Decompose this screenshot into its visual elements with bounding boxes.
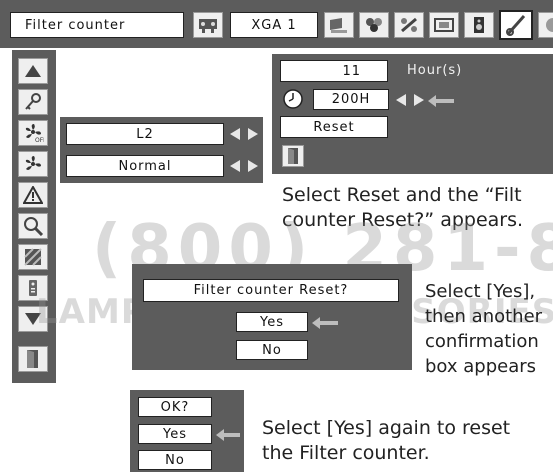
hours-value-text: 11 <box>342 63 361 79</box>
image-select-icon[interactable] <box>359 12 389 38</box>
filter-icon[interactable] <box>18 213 48 239</box>
step2-line-2: then another <box>425 306 543 327</box>
confirm-dialog-title-text: Filter counter Reset? <box>193 283 349 298</box>
sound-icon[interactable] <box>464 12 494 38</box>
reset-button-text: Reset <box>313 119 355 135</box>
step3-line-2: the Filter counter. <box>262 442 430 464</box>
setting-row-2-text: Normal <box>118 158 172 174</box>
exit-icon[interactable] <box>18 346 48 372</box>
setting-row-2-value[interactable]: Normal <box>66 155 224 177</box>
timer-value-box[interactable]: 200H <box>313 89 389 110</box>
setting-row-1-arrows-icon[interactable] <box>230 128 258 140</box>
up-arrow-icon[interactable] <box>18 58 48 84</box>
ok-yes-button[interactable]: Yes <box>138 424 212 444</box>
timer-value-text: 200H <box>331 92 371 107</box>
step2-line-1: Select [Yes], <box>425 281 536 302</box>
image-adjust-icon[interactable] <box>394 12 424 38</box>
ok-dialog-title-text: OK? <box>160 399 190 415</box>
confirm-pointer-hand-icon <box>312 316 338 329</box>
hours-unit-text: Hour(s) <box>407 63 463 78</box>
step1-line-2: counter Reset?” appears. <box>282 209 524 231</box>
svg-text:OFF: OFF <box>35 137 44 143</box>
fan-icon[interactable] <box>18 151 48 177</box>
confirm-dialog-title: Filter counter Reset? <box>143 279 399 302</box>
step3-line-1: Select [Yes] again to reset <box>262 417 511 439</box>
ok-yes-text: Yes <box>163 426 187 442</box>
info-icon[interactable] <box>538 12 553 38</box>
screen-icon[interactable] <box>429 12 459 38</box>
confirm-no-button[interactable]: No <box>236 340 308 360</box>
confirm-yes-text: Yes <box>260 314 284 330</box>
ok-no-button[interactable]: No <box>138 450 212 470</box>
reset-button[interactable]: Reset <box>280 116 388 138</box>
ok-dialog-title: OK? <box>138 397 212 417</box>
down-arrow-icon[interactable] <box>18 306 48 332</box>
setting-row-1-value[interactable]: L2 <box>66 123 224 145</box>
input-label: XGA 1 <box>230 12 318 38</box>
fan-off-icon[interactable]: OFF <box>18 120 48 146</box>
step3-instruction: Select [Yes] again to reset the Filter c… <box>262 416 553 466</box>
display-icon[interactable] <box>324 12 354 38</box>
step2-line-4: box appears <box>425 356 537 377</box>
step1-line-1: Select Reset and the “Filt <box>282 184 522 206</box>
menu-title: Filter counter <box>10 12 184 38</box>
setting-row-2-arrows-icon[interactable] <box>230 160 258 172</box>
key-icon[interactable] <box>18 89 48 115</box>
ok-pointer-hand-icon <box>216 428 240 441</box>
step1-instruction: Select Reset and the “Filt counter Reset… <box>282 183 553 233</box>
clock-icon <box>282 88 304 110</box>
menu-title-text: Filter counter <box>25 17 126 33</box>
warning-icon[interactable] <box>18 182 48 208</box>
step2-line-3: confirmation <box>425 331 539 352</box>
pattern-icon[interactable] <box>18 244 48 270</box>
input-source-icon[interactable] <box>193 12 223 38</box>
remote-icon[interactable] <box>18 275 48 301</box>
setting-row-1-text: L2 <box>136 126 154 142</box>
input-label-text: XGA 1 <box>251 17 297 33</box>
confirm-yes-button[interactable]: Yes <box>236 312 308 332</box>
ok-no-text: No <box>165 452 185 468</box>
step2-instruction: Select [Yes], then another confirmation … <box>425 279 553 379</box>
timer-arrows-icon[interactable] <box>396 94 424 106</box>
pointer-hand-icon <box>428 94 454 107</box>
hours-value-box: 11 <box>280 60 388 82</box>
confirm-no-text: No <box>262 342 282 358</box>
hours-unit-label: Hour(s) <box>407 63 462 78</box>
setting-icon[interactable] <box>499 10 533 40</box>
panel-exit-icon[interactable] <box>282 145 304 167</box>
